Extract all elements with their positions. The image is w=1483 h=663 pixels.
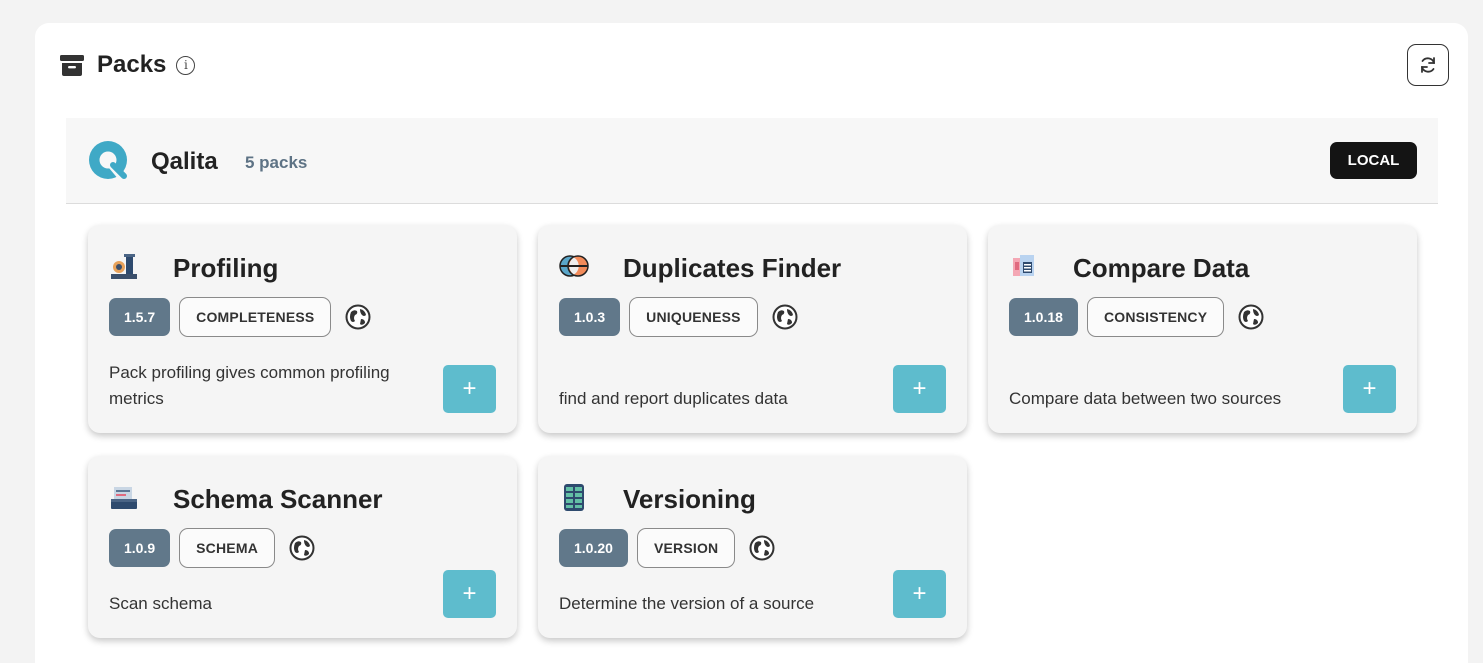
dimension-tag: UNIQUENESS bbox=[629, 297, 758, 337]
add-pack-button[interactable]: + bbox=[443, 365, 496, 413]
panel-header: Packs i bbox=[59, 51, 196, 79]
pack-card-profiling: Profiling 1.5.7 COMPLETENESS Pack profil… bbox=[88, 225, 517, 433]
version-badge: 1.0.3 bbox=[559, 298, 621, 336]
database-icon bbox=[564, 484, 584, 511]
provider-name: Qalita bbox=[151, 148, 218, 175]
add-pack-button[interactable]: + bbox=[443, 570, 496, 618]
pack-title: Duplicates Finder bbox=[623, 253, 842, 283]
pack-card-compare-data: Compare Data 1.0.18 CONSISTENCY Compare … bbox=[988, 225, 1417, 433]
page-title: Packs bbox=[97, 51, 167, 78]
pack-description: Pack profiling gives common profiling me… bbox=[109, 363, 390, 408]
archive-icon bbox=[60, 55, 84, 76]
version-badge: 1.0.20 bbox=[559, 529, 628, 567]
packs-panel: Packs i Qalita 5 packs LOCAL Profiling 1… bbox=[35, 23, 1468, 663]
globe-icon bbox=[289, 535, 315, 561]
profiling-icon bbox=[111, 254, 137, 279]
version-badge: 1.0.18 bbox=[1009, 298, 1078, 336]
dimension-tag: COMPLETENESS bbox=[179, 297, 332, 337]
pack-title: Compare Data bbox=[1073, 253, 1250, 283]
provider-header: Qalita 5 packs LOCAL bbox=[66, 118, 1438, 204]
globe-icon bbox=[1238, 304, 1264, 330]
info-icon[interactable]: i bbox=[176, 55, 196, 75]
pack-count: 5 packs bbox=[245, 153, 308, 172]
compare-icon bbox=[1013, 255, 1034, 276]
duplicates-icon bbox=[559, 255, 589, 277]
refresh-button[interactable] bbox=[1407, 44, 1449, 86]
pack-tags: 1.0.18 CONSISTENCY bbox=[1009, 297, 1264, 337]
dimension-tag: SCHEMA bbox=[179, 528, 276, 568]
globe-icon bbox=[772, 304, 798, 330]
pack-tags: 1.0.9 SCHEMA bbox=[109, 528, 315, 568]
add-pack-button[interactable]: + bbox=[893, 570, 946, 618]
globe-icon bbox=[345, 304, 371, 330]
pack-title: Schema Scanner bbox=[173, 484, 383, 514]
qalita-logo bbox=[89, 141, 127, 180]
add-pack-button[interactable]: + bbox=[1343, 365, 1396, 413]
pack-description: find and report duplicates data bbox=[559, 388, 788, 408]
pack-card-versioning: Versioning 1.0.20 VERSION Determine the … bbox=[538, 456, 967, 638]
version-badge: 1.0.9 bbox=[109, 529, 171, 567]
pack-tags: 1.5.7 COMPLETENESS bbox=[109, 297, 371, 337]
scanner-icon bbox=[111, 487, 137, 509]
version-badge: 1.5.7 bbox=[109, 298, 171, 336]
pack-title: Versioning bbox=[623, 484, 756, 514]
pack-description: Determine the version of a source bbox=[559, 593, 815, 613]
add-pack-button[interactable]: + bbox=[893, 365, 946, 413]
pack-description: Compare data between two sources bbox=[1009, 388, 1282, 408]
pack-description: Scan schema bbox=[109, 593, 212, 613]
dimension-tag: VERSION bbox=[636, 528, 736, 568]
pack-card-duplicates-finder: Duplicates Finder 1.0.3 UNIQUENESS find … bbox=[538, 225, 967, 433]
pack-tags: 1.0.3 UNIQUENESS bbox=[559, 297, 798, 337]
pack-tags: 1.0.20 VERSION bbox=[559, 528, 775, 568]
pack-title: Profiling bbox=[173, 253, 279, 283]
local-badge: LOCAL bbox=[1330, 142, 1417, 179]
refresh-icon bbox=[1421, 57, 1435, 73]
globe-icon bbox=[749, 535, 775, 561]
pack-card-schema-scanner: Schema Scanner 1.0.9 SCHEMA Scan schema … bbox=[88, 456, 517, 638]
dimension-tag: CONSISTENCY bbox=[1086, 297, 1225, 337]
